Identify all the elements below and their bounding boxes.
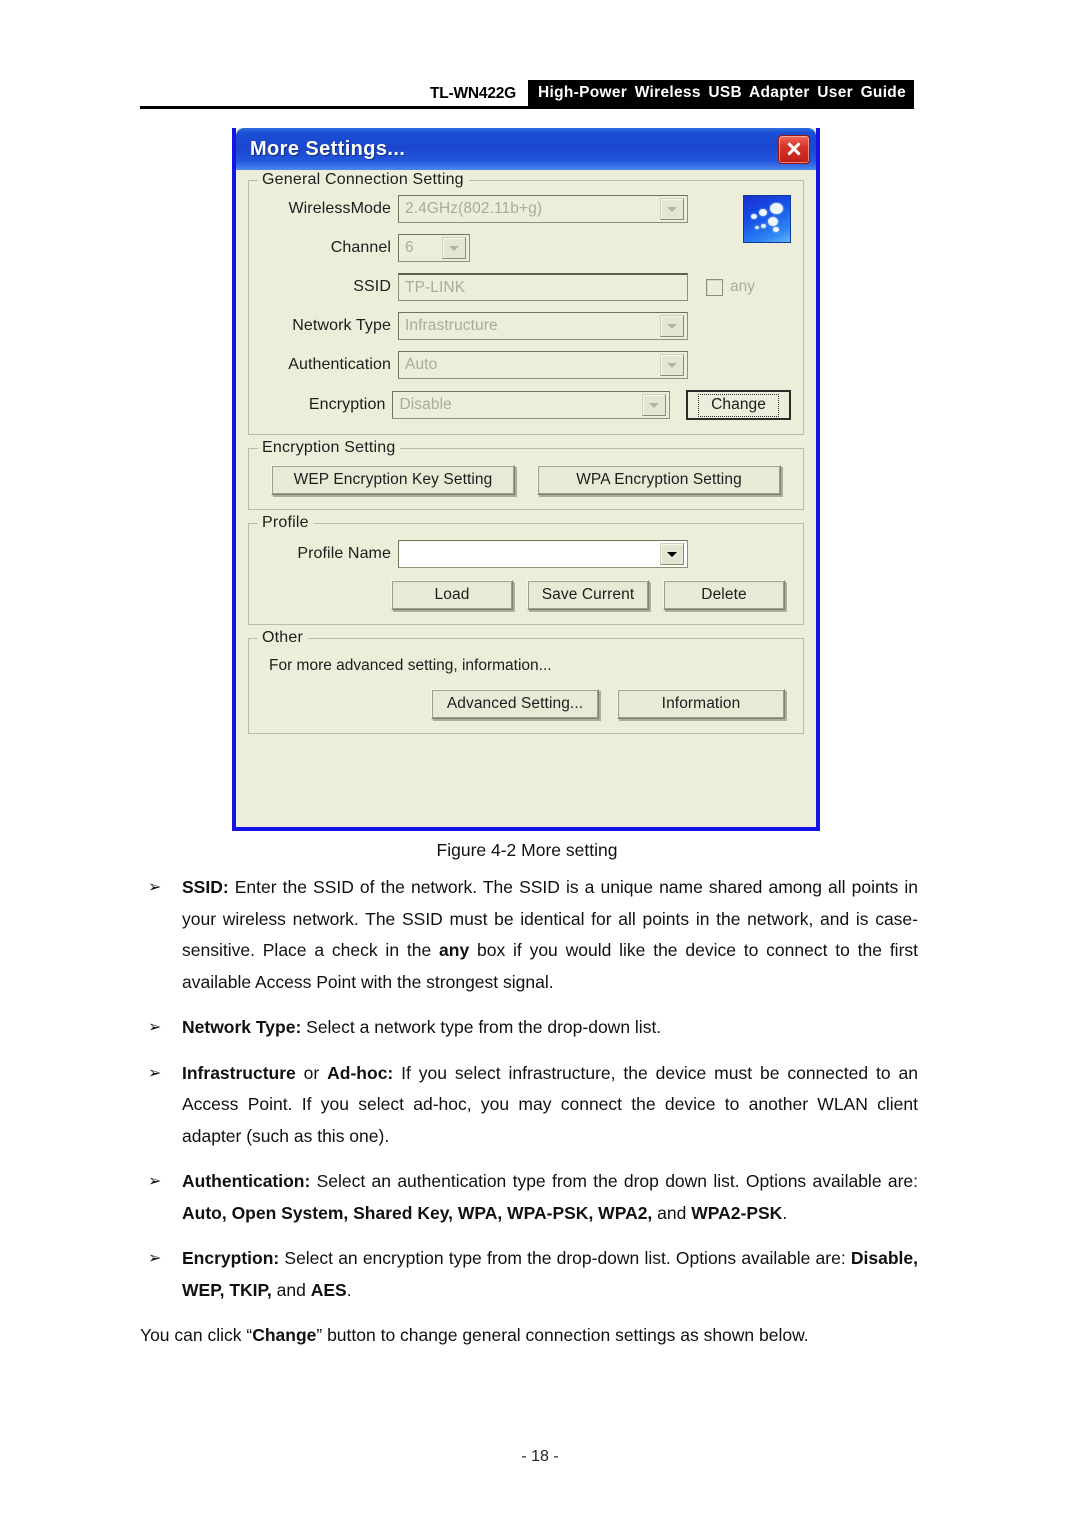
wireless-mode-row: WirelessMode 2.4GHz(802.11b+g) bbox=[261, 195, 715, 223]
any-checkbox-label: any bbox=[730, 278, 755, 295]
chevron-down-icon[interactable] bbox=[660, 543, 684, 565]
encryption-setting-group: Encryption Setting WEP Encryption Key Se… bbox=[248, 439, 804, 510]
ssid-label: SSID bbox=[353, 278, 391, 295]
figure-caption: Figure 4-2 More setting bbox=[436, 840, 618, 860]
bullet-text: SSID: Enter the SSID of the network. The… bbox=[182, 877, 919, 992]
network-type-label: Network Type bbox=[292, 317, 391, 334]
chevron-down-icon[interactable] bbox=[660, 315, 684, 337]
bullet-text: Authentication: Select an authentication… bbox=[182, 1171, 918, 1223]
list-item: ➢ SSID: Enter the SSID of the network. T… bbox=[140, 872, 918, 998]
header-rule bbox=[140, 106, 914, 109]
encryption-buttons-row: WEP Encryption Key Setting WPA Encryptio… bbox=[261, 465, 791, 495]
profile-group: Profile Profile Name Load Save Current D… bbox=[248, 514, 804, 625]
profile-name-label: Profile Name bbox=[297, 545, 391, 562]
encryption-select[interactable]: Disable bbox=[392, 391, 671, 419]
chevron-down-icon[interactable] bbox=[660, 354, 684, 376]
wireless-mode-value: 2.4GHz(802.11b+g) bbox=[405, 200, 543, 217]
wireless-mode-label: WirelessMode bbox=[288, 200, 391, 217]
network-type-row: Network Type Infrastructure bbox=[261, 312, 791, 340]
list-item: ➢ Authentication: Select an authenticati… bbox=[140, 1166, 918, 1229]
bullet-marker: ➢ bbox=[148, 1064, 162, 1082]
change-button[interactable]: Change bbox=[686, 390, 791, 420]
wpa-encryption-setting-button[interactable]: WPA Encryption Setting bbox=[537, 465, 781, 495]
list-item: ➢ Infrastructure or Ad-hoc: If you selec… bbox=[140, 1058, 918, 1153]
bullet-text: Encryption: Select an encryption type fr… bbox=[182, 1248, 918, 1300]
wireless-signal-icon bbox=[743, 195, 791, 243]
close-icon[interactable] bbox=[778, 134, 810, 164]
authentication-label: Authentication bbox=[288, 356, 391, 373]
bullet-marker: ➢ bbox=[148, 1250, 162, 1267]
encryption-row: Encryption Disable Change bbox=[261, 390, 791, 420]
dialog-title: More Settings... bbox=[250, 137, 406, 160]
load-button[interactable]: Load bbox=[391, 580, 513, 610]
authentication-select[interactable]: Auto bbox=[398, 351, 688, 379]
ssid-row: SSID TP-LINK any bbox=[261, 273, 791, 301]
ssid-input[interactable]: TP-LINK bbox=[398, 273, 688, 301]
any-checkbox-wrap[interactable]: any bbox=[706, 278, 755, 296]
network-type-value: Infrastructure bbox=[405, 317, 498, 334]
list-item: ➢ Encryption: Select an encryption type … bbox=[140, 1243, 918, 1306]
channel-value: 6 bbox=[405, 239, 414, 256]
more-settings-dialog: More Settings... General Connection Sett… bbox=[232, 128, 820, 831]
advanced-setting-button[interactable]: Advanced Setting... bbox=[431, 689, 599, 719]
header-model: TL-WN422G bbox=[429, 85, 517, 102]
network-type-select[interactable]: Infrastructure bbox=[398, 312, 688, 340]
profile-legend: Profile bbox=[258, 514, 314, 532]
profile-buttons-row: Load Save Current Delete bbox=[261, 580, 791, 610]
wep-encryption-key-setting-button[interactable]: WEP Encryption Key Setting bbox=[271, 465, 515, 495]
general-connection-setting-legend: General Connection Setting bbox=[258, 171, 469, 189]
other-buttons-row: Advanced Setting... Information bbox=[261, 689, 791, 719]
dialog-body: General Connection Setting WirelessMode … bbox=[236, 170, 816, 827]
dialog-titlebar[interactable]: More Settings... bbox=[236, 128, 816, 170]
channel-select[interactable]: 6 bbox=[398, 234, 470, 262]
bullet-marker: ➢ bbox=[148, 879, 162, 896]
document-body: ➢ SSID: Enter the SSID of the network. T… bbox=[140, 872, 918, 1352]
other-group: Other For more advanced setting, informa… bbox=[248, 629, 804, 734]
ssid-value: TP-LINK bbox=[405, 278, 466, 296]
profile-name-row: Profile Name bbox=[261, 540, 791, 568]
save-current-button[interactable]: Save Current bbox=[527, 580, 649, 610]
bullet-marker: ➢ bbox=[148, 1173, 162, 1190]
bullet-text: Network Type: Select a network type from… bbox=[182, 1017, 662, 1037]
bullet-marker: ➢ bbox=[148, 1019, 162, 1036]
encryption-label: Encryption bbox=[308, 396, 386, 413]
profile-name-select[interactable] bbox=[398, 540, 688, 568]
change-button-label: Change bbox=[698, 393, 779, 417]
authentication-row: Authentication Auto bbox=[261, 351, 791, 379]
header-title: High-Power Wireless USB Adapter User Gui… bbox=[528, 80, 914, 106]
page-header: TL-WN422G High-Power Wireless USB Adapte… bbox=[140, 80, 914, 109]
channel-label: Channel bbox=[330, 239, 391, 256]
any-checkbox[interactable] bbox=[706, 278, 723, 296]
encryption-setting-legend: Encryption Setting bbox=[258, 439, 401, 457]
authentication-value: Auto bbox=[405, 356, 438, 373]
delete-button[interactable]: Delete bbox=[663, 580, 785, 610]
bullet-text: Infrastructure or Ad-hoc: If you select … bbox=[182, 1062, 918, 1146]
list-item: ➢ Network Type: Select a network type fr… bbox=[140, 1012, 918, 1044]
other-note: For more advanced setting, information..… bbox=[269, 657, 552, 674]
other-legend: Other bbox=[258, 629, 309, 647]
chevron-down-icon[interactable] bbox=[442, 237, 466, 259]
wireless-mode-select[interactable]: 2.4GHz(802.11b+g) bbox=[398, 195, 688, 223]
encryption-value: Disable bbox=[399, 396, 452, 413]
chevron-down-icon[interactable] bbox=[642, 394, 667, 416]
chevron-down-icon[interactable] bbox=[660, 198, 684, 220]
page-footer: - 18 - bbox=[521, 1448, 559, 1465]
more-settings-dialog-figure: More Settings... General Connection Sett… bbox=[232, 128, 820, 831]
general-connection-setting-group: General Connection Setting WirelessMode … bbox=[248, 171, 804, 435]
information-button[interactable]: Information bbox=[617, 689, 785, 719]
channel-row: Channel 6 bbox=[261, 234, 715, 262]
closing-paragraph: You can click “Change” button to change … bbox=[140, 1325, 809, 1345]
